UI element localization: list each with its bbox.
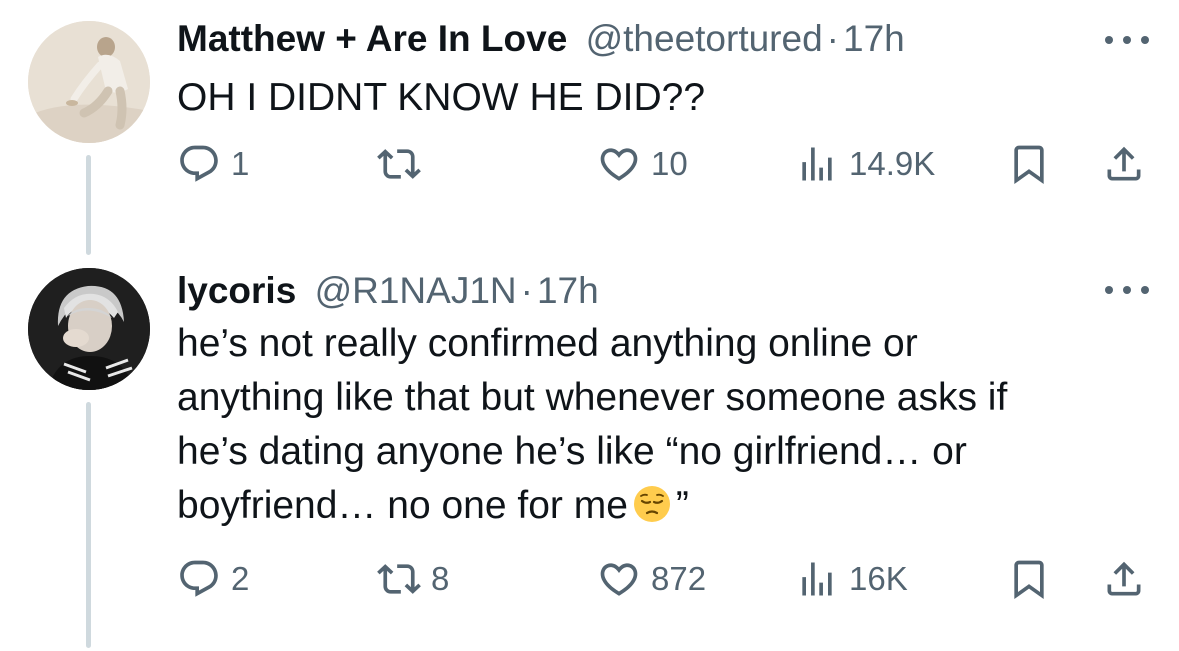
bookmark-button[interactable] (1007, 554, 1051, 604)
views-button[interactable]: 14.9K (795, 139, 935, 189)
heart-icon (597, 142, 641, 186)
tweet[interactable]: Matthew + Are In Love @theetortured · 17h … (0, 0, 1179, 255)
like-button[interactable]: 10 (597, 139, 688, 189)
pensive-face-icon (633, 486, 670, 522)
bookmark-button[interactable] (1007, 139, 1051, 189)
more-icon[interactable] (1105, 30, 1149, 50)
tweet[interactable]: lycoris @R1NAJ1N · 17h he’s not really con… (0, 245, 1179, 651)
view-count: 14.9K (849, 145, 936, 182)
retweet-button[interactable]: 8 (377, 554, 449, 604)
share-icon (1102, 557, 1146, 601)
analytics-icon (795, 142, 839, 186)
tweet-header: lycoris @R1NAJ1N · 17h (177, 269, 599, 313)
share-icon (1102, 142, 1146, 186)
reply-button[interactable]: 2 (177, 554, 249, 604)
tweet-text-line: he’s dating anyone he’s like “no girlfri… (177, 430, 967, 473)
like-count: 872 (651, 560, 707, 597)
share-button[interactable] (1102, 139, 1146, 189)
timestamp[interactable]: 17h (843, 18, 905, 59)
retweet-icon (377, 142, 421, 186)
analytics-icon (795, 557, 839, 601)
user-handle[interactable]: @R1NAJ1N (315, 270, 517, 311)
heart-icon (597, 557, 641, 601)
tweet-text-fragment: boyfriend… no one for me (177, 484, 628, 527)
reply-count: 2 (231, 560, 250, 597)
tweet-text: OH I DIDNT KNOW HE DID?? (177, 71, 1109, 125)
reply-button[interactable]: 1 (177, 139, 249, 189)
retweet-count: 8 (431, 560, 450, 597)
view-count: 16K (849, 560, 908, 597)
share-button[interactable] (1102, 554, 1146, 604)
views-button[interactable]: 16K (795, 554, 908, 604)
avatar[interactable] (28, 268, 150, 390)
avatar-photo (28, 268, 150, 390)
timestamp[interactable]: 17h (537, 270, 599, 311)
tweet-text: he’s not really confirmed anything onlin… (177, 317, 1109, 533)
user-handle[interactable]: @theetortured (586, 18, 823, 59)
more-icon[interactable] (1105, 280, 1149, 300)
thread-line (86, 402, 91, 648)
tweet-text-line: anything like that but whenever someone … (177, 376, 1008, 419)
tweet-text-line: OH I DIDNT KNOW HE DID?? (177, 76, 706, 119)
tweet-text-line-last: boyfriend… no one for me ” (177, 479, 1109, 533)
bookmark-icon (1007, 142, 1051, 186)
closing-quote: ” (675, 484, 689, 527)
like-count: 10 (651, 145, 688, 182)
reply-icon (177, 142, 221, 186)
action-bar: 2 8 872 16K (177, 554, 1149, 604)
reply-count: 1 (231, 145, 250, 182)
like-button[interactable]: 872 (597, 554, 706, 604)
display-name[interactable]: lycoris (177, 270, 296, 311)
action-bar: 1 10 14.9K (177, 139, 1149, 189)
tweet-text-line: he’s not really confirmed anything onlin… (177, 322, 918, 365)
avatar-photo (28, 21, 150, 143)
display-name[interactable]: Matthew + Are In Love (177, 18, 567, 59)
bookmark-icon (1007, 557, 1051, 601)
retweet-button[interactable] (377, 139, 431, 189)
separator-dot: · (520, 270, 533, 311)
tweet-header: Matthew + Are In Love @theetortured · 17h (177, 17, 905, 61)
retweet-icon (377, 557, 421, 601)
avatar[interactable] (28, 21, 150, 143)
separator-dot: · (826, 18, 839, 59)
reply-icon (177, 557, 221, 601)
thread-line (86, 155, 91, 255)
